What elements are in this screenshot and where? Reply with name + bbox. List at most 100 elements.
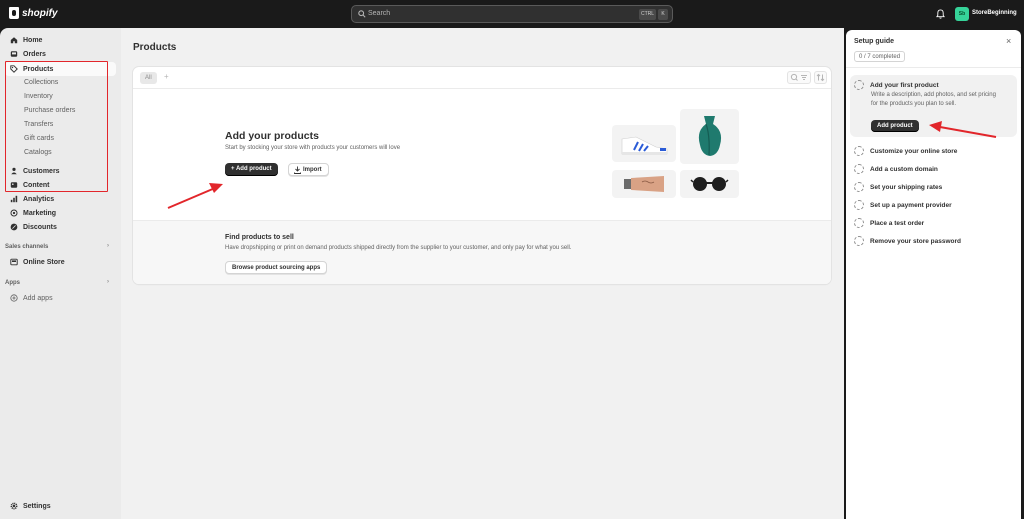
sidebar-item-label: Customers — [23, 167, 60, 175]
sidebar-item-label: Marketing — [23, 209, 57, 217]
search-placeholder: Search — [368, 10, 391, 17]
browse-sourcing-apps-button[interactable]: Browse product sourcing apps — [225, 261, 328, 274]
sidebar-item-settings[interactable]: Settings — [10, 500, 51, 512]
page-title: Products — [133, 42, 177, 53]
tab-all[interactable]: All — [140, 72, 157, 84]
search-icon — [358, 10, 366, 18]
sidebar-item-label: Content — [23, 181, 50, 189]
search-input[interactable]: Search CTRL K — [351, 5, 673, 23]
apps-label: Apps — [5, 280, 20, 286]
find-products-subtitle: Have dropshipping or print on demand pro… — [225, 245, 572, 251]
sidebar-item-label: Add apps — [23, 294, 53, 302]
sidebar-item-label: Orders — [23, 50, 46, 58]
step-title: Place a test order — [870, 219, 925, 227]
sidebar-item-online-store[interactable]: Online Store — [10, 256, 65, 268]
chart-icon — [10, 195, 18, 203]
find-products-section: Find products to sell Have dropshipping … — [133, 220, 831, 284]
top-bar: shopify Search CTRL K Sb StoreBeginning — [0, 0, 1024, 28]
close-icon[interactable]: × — [1006, 36, 1011, 46]
step-payment-provider[interactable]: Set up a payment provider — [854, 199, 952, 211]
sort-icon — [816, 73, 825, 82]
step-title: Customize your online store — [870, 147, 958, 155]
sidebar-item-marketing[interactable]: Marketing — [10, 207, 56, 219]
import-button[interactable]: Import — [288, 163, 329, 176]
sunglasses-illustration — [690, 177, 729, 191]
step-incomplete-icon — [854, 80, 864, 90]
step-title: Add your first product — [870, 81, 939, 89]
sidebar-item-label: Discounts — [23, 223, 57, 231]
sidebar-item-analytics[interactable]: Analytics — [10, 193, 54, 205]
chevron-right-icon: › — [107, 243, 109, 249]
sidebar-item-content[interactable]: Content — [10, 179, 49, 191]
sneaker-illustration — [621, 136, 668, 155]
sunglasses-image — [680, 170, 739, 198]
step-description: Write a description, add photos, and set… — [871, 92, 996, 107]
sidebar: Home Orders Products Collections Invento… — [0, 28, 121, 519]
target-icon — [10, 209, 18, 217]
add-circle-icon — [10, 294, 18, 302]
step-incomplete-icon — [854, 200, 864, 210]
sales-channels-label: Sales channels — [5, 244, 49, 250]
products-card: All + Add your products Start by stockin… — [133, 67, 831, 284]
home-icon — [10, 37, 18, 44]
step-remove-password[interactable]: Remove your store password — [854, 235, 961, 247]
sort-button[interactable] — [814, 71, 827, 84]
sidebar-item-label: Home — [23, 36, 43, 44]
step-incomplete-icon — [854, 164, 864, 174]
main-content: Products All + Add your products Start b… — [121, 28, 844, 519]
step-add-first-product[interactable]: Add your first product — [854, 79, 939, 91]
step-incomplete-icon — [854, 218, 864, 228]
discount-icon — [10, 223, 18, 231]
sneaker-image — [612, 125, 676, 162]
vase-illustration — [698, 116, 722, 156]
sidebar-item-label: Settings — [23, 502, 51, 510]
setup-guide-panel: Setup guide × 0 / 7 completed Add your f… — [846, 30, 1021, 519]
person-icon — [11, 167, 17, 175]
shortcut-ctrl: CTRL — [639, 9, 656, 20]
download-icon — [294, 166, 301, 174]
step-incomplete-icon — [854, 236, 864, 246]
sidebar-item-orders[interactable]: Orders — [10, 48, 46, 60]
step-customize-store[interactable]: Customize your online store — [854, 145, 957, 157]
shopify-logo[interactable]: shopify — [9, 7, 58, 19]
divider — [846, 67, 1021, 68]
step-test-order[interactable]: Place a test order — [854, 217, 924, 229]
chevron-right-icon: › — [107, 279, 109, 285]
add-product-button[interactable]: + Add product — [225, 163, 278, 176]
store-icon — [10, 258, 18, 266]
gear-icon — [10, 502, 18, 510]
step-incomplete-icon — [854, 182, 864, 192]
sidebar-item-discounts[interactable]: Discounts — [10, 221, 57, 233]
vase-image — [680, 109, 739, 164]
sidebar-item-add-apps[interactable]: Add apps — [10, 292, 53, 304]
store-avatar[interactable]: Sb — [955, 7, 969, 21]
sidebar-item-label: Analytics — [23, 195, 55, 203]
step-title: Set your shipping rates — [870, 183, 943, 191]
empty-state-subtitle: Start by stocking your store with produc… — [225, 145, 401, 151]
setup-guide-title: Setup guide — [854, 38, 895, 45]
find-products-title: Find products to sell — [225, 234, 294, 241]
progress-badge: 0 / 7 completed — [854, 51, 906, 62]
search-filter-icon — [790, 73, 807, 81]
sidebar-item-home[interactable]: Home — [10, 34, 42, 46]
step-shipping-rates[interactable]: Set your shipping rates — [854, 181, 942, 193]
apps-section[interactable]: Apps › — [5, 279, 109, 286]
image-icon — [10, 182, 18, 188]
step-custom-domain[interactable]: Add a custom domain — [854, 163, 938, 175]
import-label: Import — [303, 167, 322, 173]
tube-image — [612, 170, 676, 198]
sidebar-item-customers[interactable]: Customers — [10, 165, 60, 177]
empty-state-title: Add your products — [225, 130, 319, 142]
setup-add-product-button[interactable]: Add product — [871, 120, 919, 132]
bell-icon[interactable] — [936, 9, 945, 19]
tab-bar: All + — [133, 67, 831, 89]
store-name[interactable]: StoreBeginning — [972, 10, 1017, 16]
tube-illustration — [624, 176, 664, 192]
step-incomplete-icon — [854, 146, 864, 156]
sidebar-item-label: Online Store — [23, 258, 65, 266]
shortcut-key: K — [658, 9, 668, 20]
add-view-button[interactable]: + — [164, 72, 169, 81]
step-title: Set up a payment provider — [870, 201, 952, 209]
sales-channels-section[interactable]: Sales channels › — [5, 243, 109, 250]
search-filter-button[interactable] — [787, 71, 811, 84]
